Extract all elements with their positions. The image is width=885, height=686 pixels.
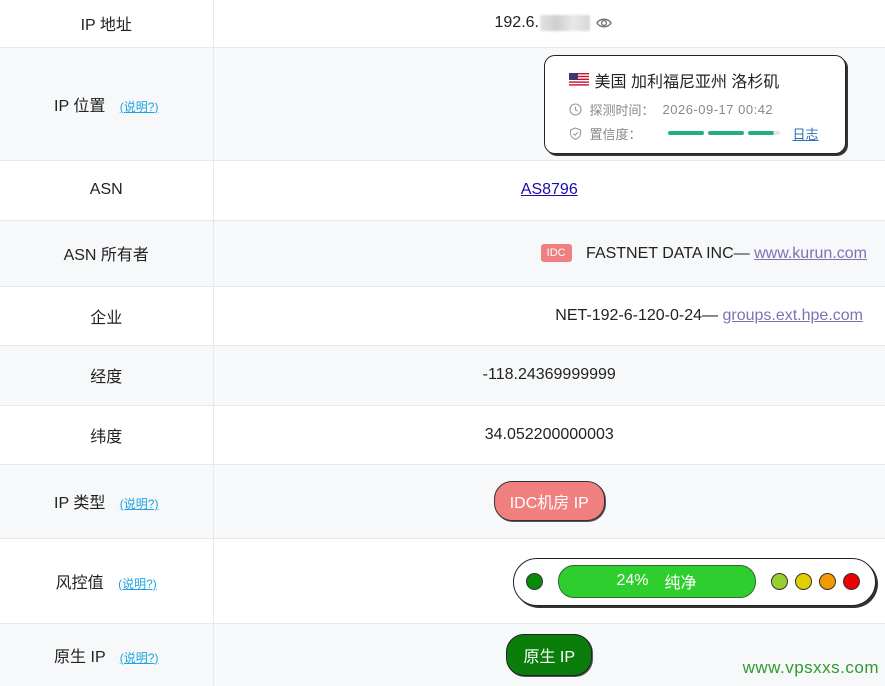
idc-badge: IDC [540,243,572,262]
shield-check-icon [569,126,581,140]
clock-icon [568,102,582,116]
location-card: 美国 加利福尼亚州 洛杉矶 探测时间： 2026-09-17 00:42 置信度… [543,54,846,154]
label-asn-owner: ASN 所有者 [0,220,214,287]
risk-dot-1 [770,572,788,590]
label-asn: ASN [0,160,214,221]
help-link-native-ip[interactable]: (说明?) [120,651,159,665]
row-latitude: 纬度 34.052200000003 [0,405,885,465]
location-place: 美国 加利福尼亚州 洛杉矶 [594,73,780,91]
latitude-value: 34.052200000003 [213,405,885,465]
help-link-risk[interactable]: (说明?) [118,577,157,591]
probe-time-value: 2026-09-17 00:42 [662,101,774,117]
row-ip-type: IP 类型 (说明?) IDC机房 IP [0,464,885,539]
risk-dot-3 [818,572,836,590]
risk-status: 纯净 [664,575,697,592]
confidence-label: 置信度： [589,126,642,142]
us-flag-icon [568,73,589,86]
label-native-ip: 原生 IP [54,648,106,666]
label-enterprise: 企业 [0,286,214,346]
confidence-bar [667,131,780,135]
risk-meter: 24% 纯净 [512,557,876,606]
label-ip-address: IP 地址 [0,0,214,48]
row-longitude: 经度 -118.24369999999 [0,345,885,406]
help-link-ip-type[interactable]: (说明?) [120,497,159,511]
label-longitude: 经度 [0,345,214,406]
risk-percent: 24% [616,572,649,589]
enterprise-link[interactable]: groups.ext.hpe.com [722,307,863,324]
label-ip-location: IP 位置 [54,97,106,115]
log-link[interactable]: 日志 [793,124,819,143]
ip-value: 192.6. [495,14,612,32]
row-risk: 风控值 (说明?) 24% 纯净 [0,538,885,624]
risk-dot-2 [794,572,812,590]
ip-info-table: IP 地址 192.6. IP 位置 (说明?) 美国 加利福尼亚州 洛杉矶 探… [0,0,885,686]
ip-masked-part [539,15,590,32]
asn-owner-link[interactable]: www.kurun.com [754,245,867,262]
ip-prefix: 192.6. [494,14,539,32]
watermark: www.vpsxxs.com [742,658,879,677]
enterprise-name: NET-192-6-120-0-24— [555,306,719,324]
label-risk: 风控值 [55,574,104,592]
eye-icon[interactable] [596,15,612,31]
row-enterprise: 企业 NET-192-6-120-0-24— groups.ext.hpe.co… [0,286,885,346]
help-link-location[interactable]: (说明?) [120,100,159,114]
row-asn-owner: ASN 所有者 IDC FASTNET DATA INC— www.kurun.… [0,220,885,287]
label-ip-type: IP 类型 [54,495,106,512]
longitude-value: -118.24369999999 [213,345,885,406]
risk-dot-4 [842,572,860,590]
row-ip-location: IP 位置 (说明?) 美国 加利福尼亚州 洛杉矶 探测时间： 2026-09-… [0,47,885,161]
label-latitude: 纬度 [0,405,214,465]
asn-link[interactable]: AS8796 [521,181,578,198]
native-ip-badge: 原生 IP [506,633,593,676]
ip-type-badge: IDC机房 IP [493,481,605,521]
probe-time-label: 探测时间： [589,102,655,118]
risk-dot-active [525,572,543,590]
risk-score-bar: 24% 纯净 [557,564,756,598]
asn-owner-name: FASTNET DATA INC— [586,244,750,262]
row-asn: ASN AS8796 [0,160,885,221]
row-ip-address: IP 地址 192.6. [0,0,885,48]
